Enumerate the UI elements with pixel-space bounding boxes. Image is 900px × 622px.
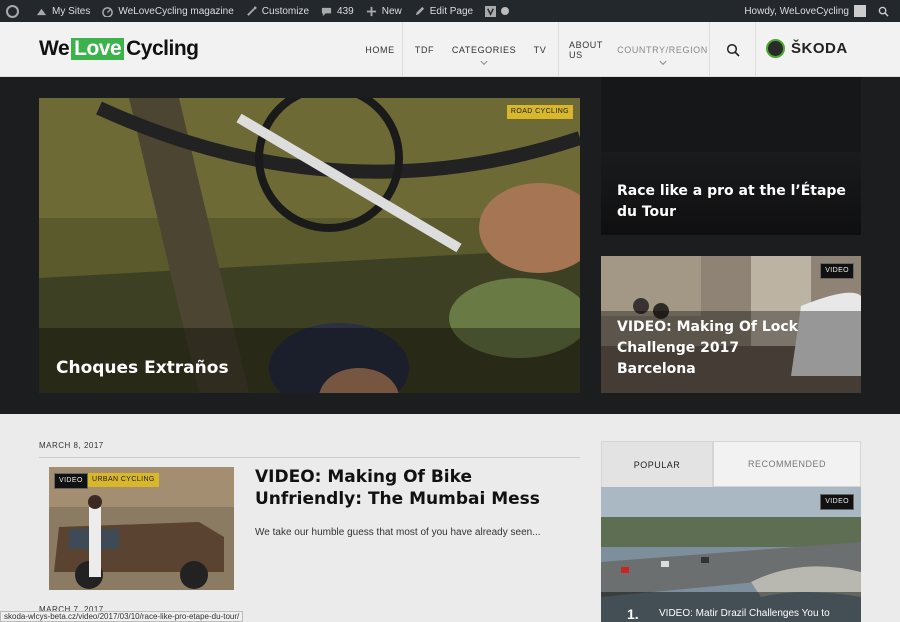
new-label: New [381, 5, 402, 17]
site-name-menu[interactable]: WeLoveCycling magazine [96, 0, 239, 22]
hero-section: ROAD CYCLING Choques Extraños Race like … [0, 77, 900, 414]
side-article-title-1[interactable]: Race like a pro at the l’Étape du Tour [617, 181, 847, 223]
header-search-button[interactable] [709, 22, 756, 77]
nav-country-region[interactable]: COUNTRY/REGION [616, 22, 709, 77]
main-nav: HOME TDF CATEGORIES TV ABOUT US COUNTRY/… [358, 22, 709, 77]
skoda-wordmark: ŠKODA [791, 40, 848, 57]
popular-widget: POPULAR RECOMMENDED VIDEO 1. VIDEO: Mati… [601, 441, 861, 622]
article-title[interactable]: VIDEO: Making Of Bike Unfriendly: The Mu… [255, 466, 575, 510]
tab-popular[interactable]: POPULAR [601, 441, 713, 487]
side-article-card-2[interactable]: VIDEO VIDEO: Making Of Lock Challenge 20… [601, 256, 861, 393]
search-icon [878, 6, 889, 17]
site-logo[interactable]: We Love Cycling [39, 37, 199, 61]
new-content-menu[interactable]: New [360, 0, 408, 22]
chevron-down-icon [480, 57, 488, 66]
urban-cycling-tag[interactable]: URBAN CYCLING [88, 473, 159, 487]
nav-categories-label: CATEGORIES [451, 44, 517, 55]
site-name-label: WeLoveCycling magazine [118, 5, 234, 17]
video-tag[interactable]: VIDEO [54, 473, 88, 489]
edit-page-link[interactable]: Edit Page [408, 0, 479, 22]
video-tag[interactable]: VIDEO [820, 263, 854, 279]
tab-recommended[interactable]: RECOMMENDED [713, 441, 861, 487]
plus-icon [366, 6, 376, 16]
site-header: We Love Cycling HOME TDF CATEGORIES TV A… [0, 22, 900, 77]
logo-we: We [39, 37, 70, 60]
nav-tdf[interactable]: TDF [402, 22, 446, 77]
article-excerpt: We take our humble guess that most of yo… [255, 527, 541, 538]
side-article-card-1[interactable]: Race like a pro at the l’Étape du Tour [601, 77, 861, 235]
main-content: MARCH 8, 2017 VIDEO URBAN CYCLING VIDEO:… [0, 414, 900, 622]
nav-tv[interactable]: TV [522, 22, 558, 77]
side-article-title-2[interactable]: VIDEO: Making Of Lock Challenge 2017 Bar… [617, 317, 817, 380]
logo-love: Love [71, 38, 125, 60]
customize-label: Customize [261, 5, 310, 17]
brush-icon [246, 5, 257, 16]
wordpress-menu[interactable] [0, 0, 30, 22]
skoda-logo-icon [766, 39, 785, 58]
article-thumbnail[interactable]: VIDEO URBAN CYCLING [49, 467, 234, 590]
comments-count: 439 [337, 5, 354, 17]
logo-cycling: Cycling [126, 37, 199, 60]
nav-categories[interactable]: CATEGORIES [446, 22, 522, 77]
video-tag[interactable]: VIDEO [820, 494, 854, 510]
sites-icon [36, 8, 47, 15]
admin-search-button[interactable] [872, 0, 900, 22]
admin-bar: My Sites WeLoveCycling magazine Customiz… [0, 0, 900, 22]
wordpress-logo-icon [6, 4, 19, 18]
edit-page-label: Edit Page [429, 5, 474, 17]
nav-about-us[interactable]: ABOUT US [558, 22, 616, 77]
comment-bubble-icon [321, 7, 332, 16]
cyclist-crash-photo [39, 98, 580, 393]
article-date: MARCH 8, 2017 [39, 441, 104, 450]
status-dot-icon [501, 7, 510, 15]
my-sites-label: My Sites [52, 5, 91, 17]
chevron-down-icon [658, 57, 667, 66]
divider [39, 457, 580, 458]
popular-article-card[interactable]: VIDEO 1. VIDEO: Matir Drazil Challenges … [601, 487, 861, 622]
skoda-sponsor-link[interactable]: ŠKODA [766, 39, 848, 58]
v-plugin-icon [485, 5, 497, 17]
comments-link[interactable]: 439 [315, 0, 360, 22]
status-bar-url: skoda-wlcys-beta.cz/video/2017/03/10/rac… [0, 611, 244, 622]
pencil-icon [415, 6, 424, 15]
dashboard-icon [102, 6, 114, 17]
howdy-label: Howdy, WeLoveCycling [744, 5, 849, 17]
popular-title[interactable]: VIDEO: Matir Drazil Challenges You to [659, 608, 830, 619]
account-menu[interactable]: Howdy, WeLoveCycling [738, 0, 872, 22]
popular-rank: 1. [627, 606, 639, 622]
nav-country-label: COUNTRY/REGION [617, 44, 708, 55]
my-sites-menu[interactable]: My Sites [30, 0, 96, 22]
nav-home[interactable]: HOME [358, 22, 402, 77]
featured-article-card[interactable]: ROAD CYCLING Choques Extraños [39, 98, 580, 393]
seo-menu[interactable] [479, 0, 515, 22]
search-icon [726, 43, 740, 57]
category-tag[interactable]: ROAD CYCLING [506, 105, 573, 119]
avatar [854, 5, 866, 17]
featured-title[interactable]: Choques Extraños [56, 358, 229, 378]
customize-link[interactable]: Customize [240, 0, 315, 22]
